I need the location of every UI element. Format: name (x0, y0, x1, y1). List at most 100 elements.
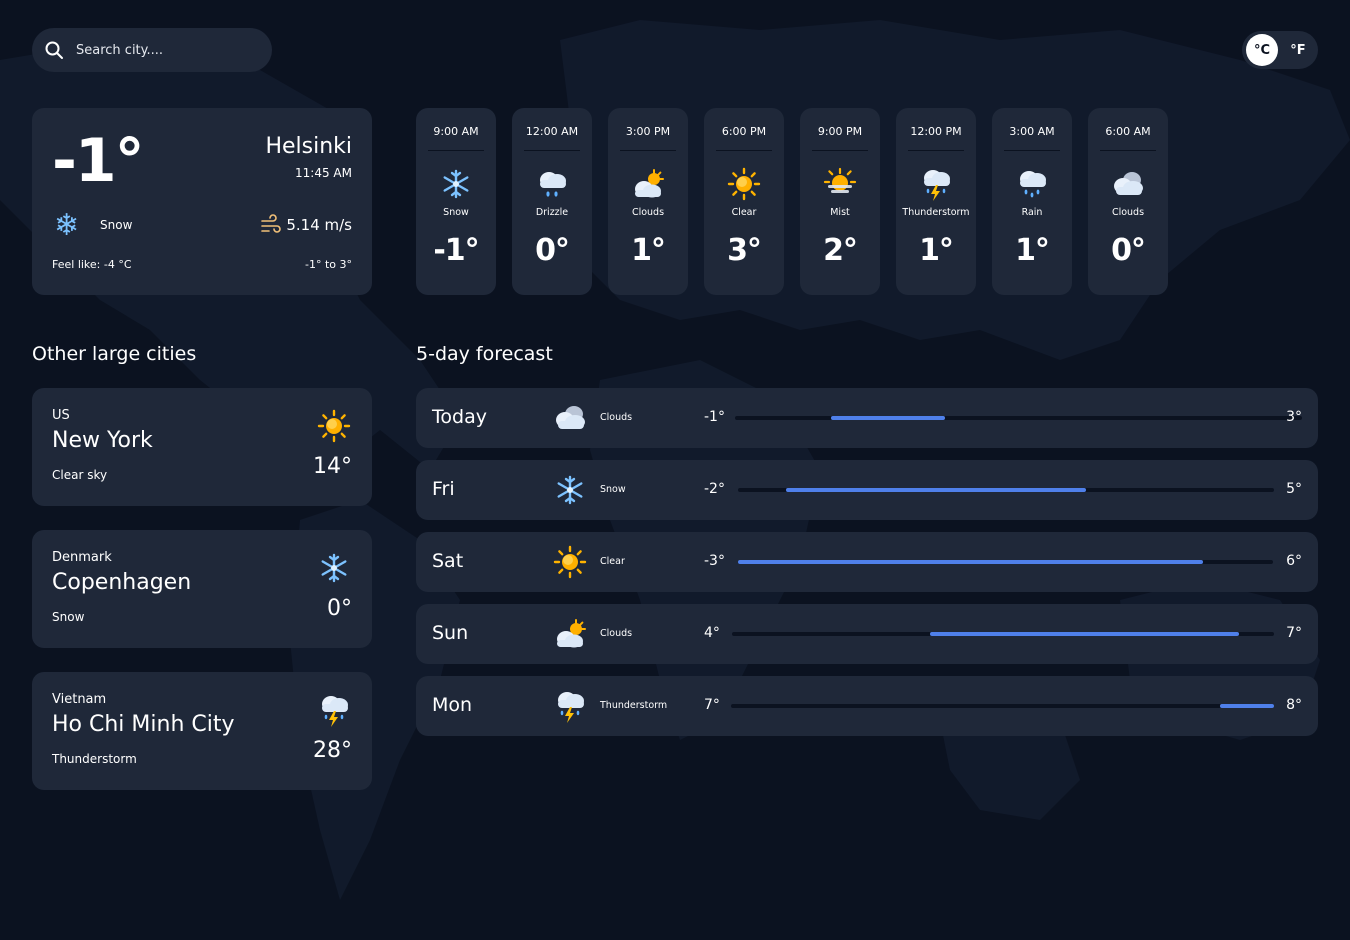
sun-icon (316, 408, 352, 444)
forecast-min: -2° (704, 481, 725, 497)
forecast-row[interactable]: Mon Thunderstorm 7° 8° (416, 676, 1318, 736)
thunderstorm-icon (316, 692, 352, 728)
forecast-description: Clouds (600, 412, 633, 423)
forecast-min: -1° (704, 409, 725, 425)
forecast-row[interactable]: Sat Clear -3° 6° (416, 532, 1318, 592)
current-time: 11:45 AM (295, 166, 352, 180)
forecast-day: Sat (432, 550, 464, 572)
divider (908, 150, 964, 151)
divider (1004, 150, 1060, 151)
city-temperature: 28° (313, 738, 352, 763)
city-card[interactable]: Vietnam Ho Chi Minh City Thunderstorm 28… (32, 672, 372, 790)
current-weather-card: -1° Helsinki 11:45 AM ❄ Snow 5.14 m/s Fe… (32, 108, 372, 295)
hourly-card[interactable]: 6:00 AM Clouds 0° (1088, 108, 1168, 295)
forecast-row[interactable]: Today Clouds -1° 3° (416, 388, 1318, 448)
unit-toggle: °C °F (1242, 31, 1318, 69)
temperature-range-bar (731, 704, 1274, 708)
forecast-min: -3° (704, 553, 725, 569)
city-name: New York (52, 428, 153, 453)
forecast-title: 5-day forecast (416, 343, 553, 365)
drizzle-icon (535, 167, 569, 201)
hourly-description: Rain (1021, 207, 1043, 218)
fahrenheit-button[interactable]: °F (1282, 34, 1314, 66)
hourly-time: 9:00 PM (817, 125, 863, 138)
snowflake-icon (316, 550, 352, 586)
partly-cloudy-icon (630, 167, 666, 201)
forecast-max: 5° (1286, 481, 1302, 497)
hourly-card[interactable]: 3:00 PM Clouds 1° (608, 108, 688, 295)
hourly-time: 6:00 AM (1105, 125, 1151, 138)
temperature-range-bar (735, 416, 1302, 420)
temperature-range-fill (786, 488, 1087, 492)
current-temperature: -1° (52, 126, 145, 196)
divider (428, 150, 484, 151)
forecast-max: 8° (1286, 697, 1302, 713)
hourly-card[interactable]: 3:00 AM Rain 1° (992, 108, 1072, 295)
forecast-row[interactable]: Sun Clouds 4° 7° (416, 604, 1318, 664)
other-cities-title: Other large cities (32, 343, 197, 365)
hourly-card[interactable]: 12:00 PM Thunderstorm 1° (896, 108, 976, 295)
hourly-temperature: 0° (1111, 233, 1146, 268)
clouds-icon (552, 400, 588, 436)
wind-speed: 5.14 m/s (286, 216, 352, 234)
city-card[interactable]: Denmark Copenhagen Snow 0° (32, 530, 372, 648)
city-country: Vietnam (52, 692, 107, 707)
divider (716, 150, 772, 151)
forecast-max: 6° (1286, 553, 1302, 569)
temperature-range-bar (738, 488, 1274, 492)
city-name: Copenhagen (52, 570, 192, 595)
clouds-icon (1110, 167, 1146, 201)
temperature-range-fill (738, 560, 1204, 564)
divider (524, 150, 580, 151)
snowflake-icon: ❄ (54, 208, 80, 243)
temperature-range-bar (738, 560, 1273, 564)
hourly-description: Clouds (1111, 207, 1145, 218)
snowflake-icon (552, 472, 588, 508)
hourly-temperature: 1° (919, 233, 954, 268)
hourly-card[interactable]: 12:00 AM Drizzle 0° (512, 108, 592, 295)
divider (812, 150, 868, 151)
sun-icon (727, 167, 761, 201)
hourly-card[interactable]: 6:00 PM Clear 3° (704, 108, 784, 295)
hourly-time: 12:00 AM (525, 125, 579, 138)
city-card[interactable]: US New York Clear sky 14° (32, 388, 372, 506)
current-description: Snow (100, 218, 133, 232)
hourly-time: 3:00 PM (625, 125, 671, 138)
hourly-time: 6:00 PM (721, 125, 767, 138)
city-temperature: 14° (313, 454, 352, 479)
hourly-temperature: 2° (823, 233, 858, 268)
wind-icon (261, 214, 281, 233)
forecast-day: Fri (432, 478, 455, 500)
hourly-card[interactable]: 9:00 PM Mist 2° (800, 108, 880, 295)
search-bar[interactable] (32, 28, 272, 72)
search-icon (45, 41, 63, 59)
celsius-button[interactable]: °C (1246, 34, 1278, 66)
hourly-description: Snow (443, 207, 469, 218)
search-input[interactable] (76, 42, 256, 58)
forecast-max: 3° (1286, 409, 1302, 425)
hourly-time: 3:00 AM (1009, 125, 1055, 138)
hourly-forecast: 9:00 AM Snow -1° 12:00 AM Drizzle 0° 3:00 PM… (416, 108, 1168, 295)
snowflake-icon (441, 167, 471, 201)
hourly-temperature: -1° (433, 233, 479, 268)
forecast-description: Thunderstorm (600, 700, 668, 711)
hourly-description: Clear (731, 207, 757, 218)
current-city-name: Helsinki (265, 134, 352, 159)
thunderstorm-icon (552, 688, 588, 724)
forecast-row[interactable]: Fri Snow -2° 5° (416, 460, 1318, 520)
forecast-description: Clouds (600, 628, 633, 639)
hourly-temperature: 1° (631, 233, 666, 268)
forecast-min: 4° (704, 625, 720, 641)
temperature-range-bar (732, 632, 1274, 636)
temperature-range-fill (929, 632, 1239, 636)
forecast-description: Clear (600, 556, 625, 567)
feels-like: Feel like: -4 °C (52, 258, 132, 271)
city-description: Clear sky (52, 468, 108, 482)
divider (620, 150, 676, 151)
temperature-range-fill (1219, 704, 1274, 708)
hourly-card[interactable]: 9:00 AM Snow -1° (416, 108, 496, 295)
sun-icon (552, 544, 588, 580)
hourly-description: Clouds (631, 207, 665, 218)
rain-icon (1015, 167, 1049, 201)
city-country: US (52, 408, 70, 423)
